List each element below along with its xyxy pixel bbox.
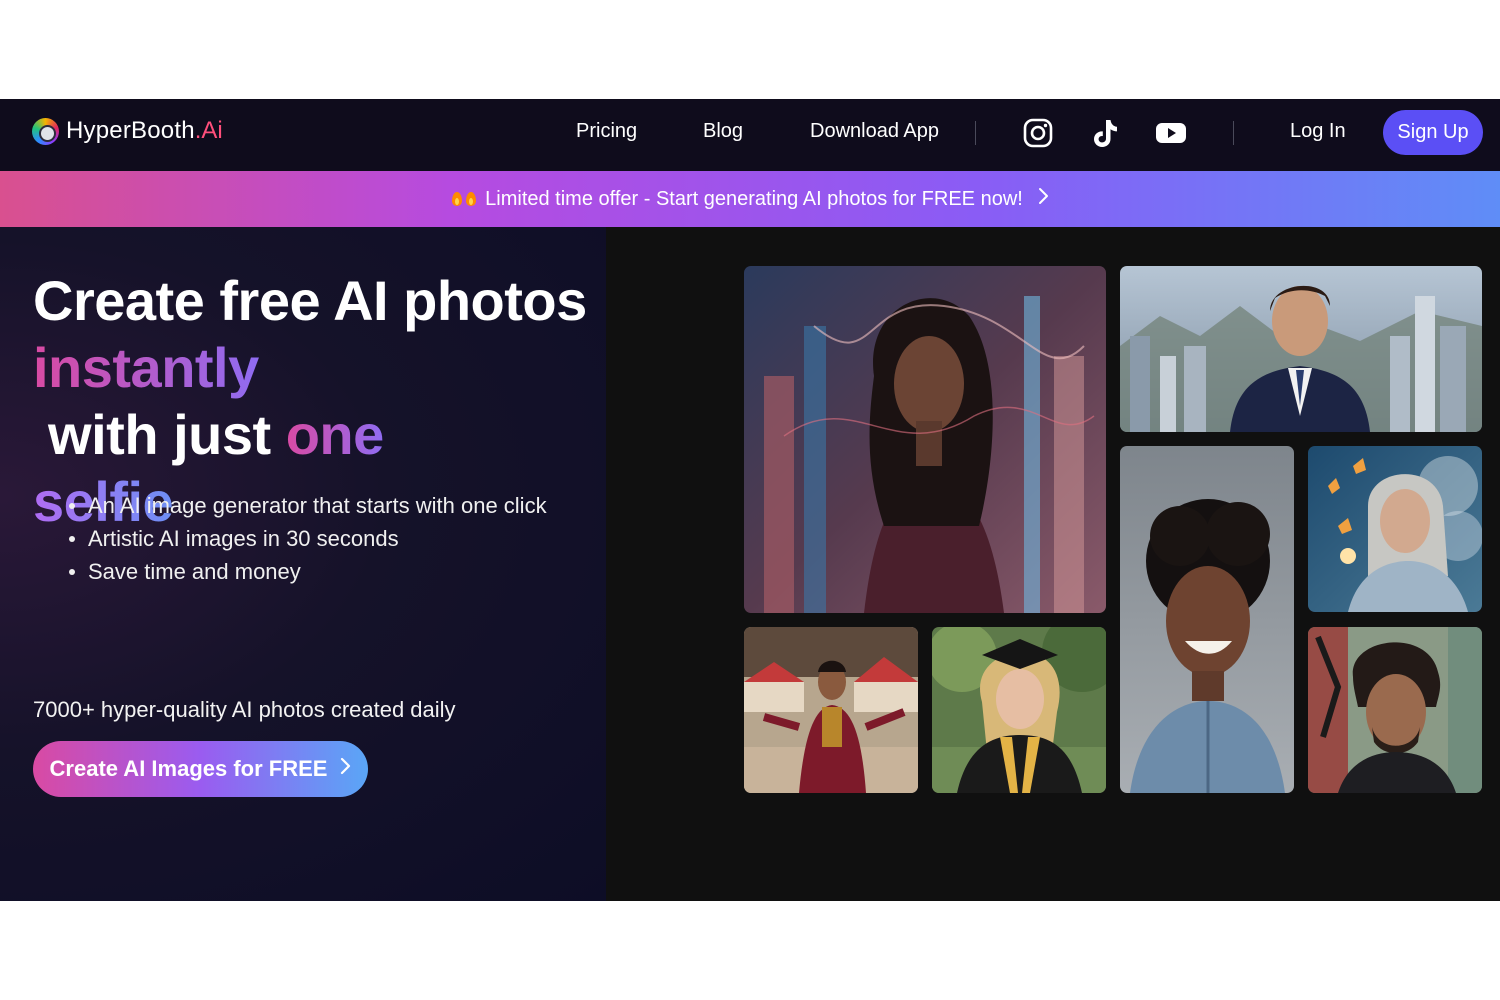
brand-logo[interactable]: HyperBooth .Ai	[32, 117, 223, 145]
create-ai-images-button[interactable]: Create AI Images for FREE	[33, 741, 368, 797]
instagram-icon[interactable]	[1021, 116, 1055, 150]
headline-mid: with just	[33, 403, 286, 466]
site-frame: HyperBooth.Ai Pricing Blog Download App	[0, 99, 1500, 901]
gallery-image-cyber-woman	[744, 266, 1106, 613]
tiktok-icon[interactable]	[1088, 116, 1122, 150]
youtube-icon[interactable]	[1154, 116, 1188, 150]
daily-stat: 7000+ hyper-quality AI photos created da…	[33, 697, 456, 722]
nav-divider	[1233, 121, 1234, 145]
cta-label: Create AI Images for FREE	[49, 756, 328, 781]
gallery-image-curly-hair-woman	[1120, 446, 1294, 793]
gallery-image-silver-hair-woman	[1308, 446, 1482, 612]
nav-link-download-app[interactable]: Download App	[810, 120, 939, 143]
feature-item: Artistic AI images in 30 seconds	[66, 522, 547, 555]
feature-item: An AI image generator that starts with o…	[66, 489, 547, 522]
gallery-image-graduate-woman	[932, 627, 1106, 793]
brand-name: HyperBooth	[66, 117, 195, 144]
chevron-right-icon	[339, 756, 351, 782]
logo-icon	[32, 117, 59, 145]
login-link[interactable]: Log In	[1290, 120, 1346, 143]
promo-banner[interactable]: Limited time offer - Start generating AI…	[0, 171, 1500, 227]
nav-link-pricing[interactable]: Pricing	[576, 120, 637, 143]
brand-suffix: .Ai	[194, 117, 223, 144]
gallery-image-artist-man	[1308, 627, 1482, 793]
nav-link-blog[interactable]: Blog	[703, 120, 743, 143]
headline-word-instantly: instantly	[33, 336, 259, 399]
signup-button[interactable]: Sign Up	[1383, 110, 1483, 155]
feature-item: Save time and money	[66, 555, 547, 588]
hero-section: Create free AI photos instantly with jus…	[0, 227, 606, 901]
headline-word-one: one	[285, 403, 385, 466]
promo-text: Limited time offer - Start generating AI…	[485, 187, 1023, 210]
nav-divider	[975, 121, 976, 145]
chevron-right-icon	[1037, 187, 1049, 211]
gallery-image-ringmaster-man	[744, 627, 918, 793]
fire-icon	[451, 191, 477, 207]
gallery-image-businessman-city	[1120, 266, 1482, 432]
headline-line-1: Create free AI photos	[33, 269, 587, 332]
feature-list: An AI image generator that starts with o…	[66, 489, 547, 588]
top-nav: HyperBooth.Ai Pricing Blog Download App	[0, 99, 1500, 171]
